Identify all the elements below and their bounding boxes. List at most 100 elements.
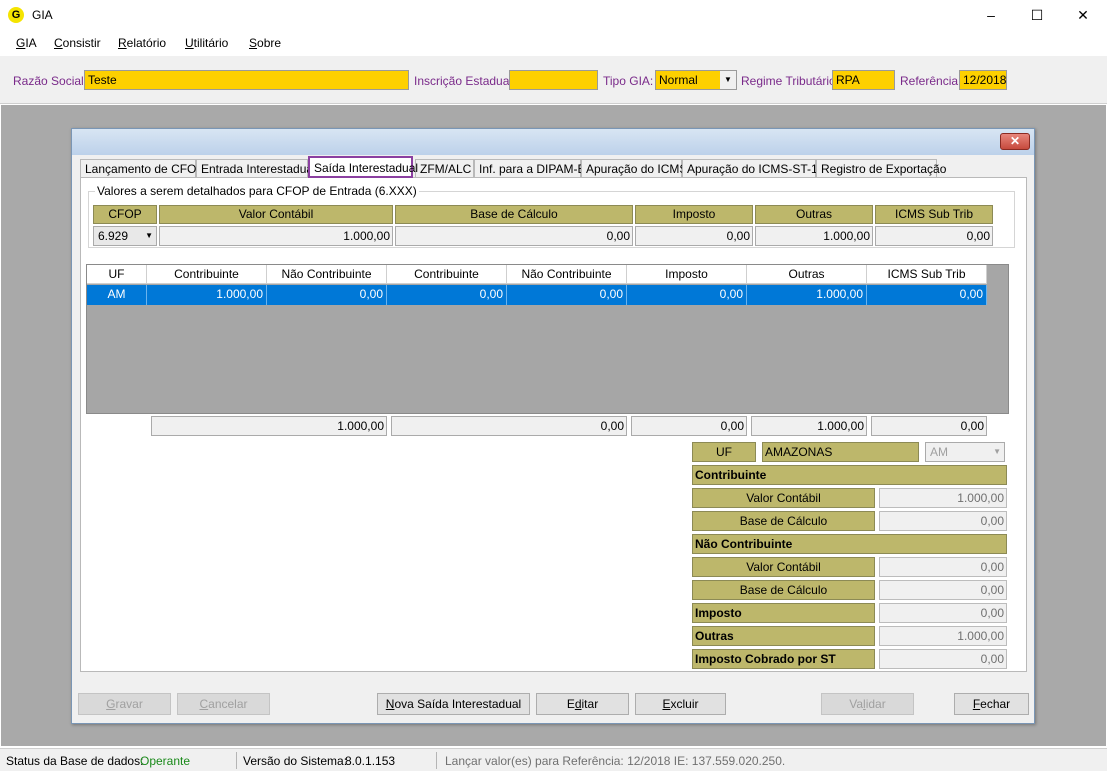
table-row-cell[interactable]: 0,00 xyxy=(387,285,507,305)
inscricao-estadual-field[interactable] xyxy=(509,70,598,90)
imposto-label: Imposto xyxy=(692,603,875,623)
razao-social-label: Razão Social: xyxy=(13,74,88,88)
grid-header-outras[interactable]: Outras xyxy=(747,265,867,284)
tab-apuracao-icms[interactable]: Apuração do ICMS xyxy=(581,159,687,179)
version-value: 8.0.1.153 xyxy=(345,754,396,768)
grid-header-imposto[interactable]: Imposto xyxy=(627,265,747,284)
detail-uf-label: UF xyxy=(692,442,756,462)
detail-uf-name: AMAZONAS xyxy=(762,442,919,462)
table-row-cell[interactable]: 1.000,00 xyxy=(147,285,267,305)
chevron-down-icon: ▼ xyxy=(145,231,153,240)
outras-field[interactable]: 1.000,00 xyxy=(879,626,1007,646)
grid-header-contribuinte[interactable]: Contribuinte xyxy=(147,265,267,284)
tab-panel: Valores a serem detalhados para CFOP de … xyxy=(80,177,1027,672)
dialog-title-bar: ✕ xyxy=(72,129,1034,155)
nao-contrib-base-calculo-label: Base de Cálculo xyxy=(692,580,875,600)
nova-saida-button[interactable]: Nova Saída Interestadual xyxy=(377,693,530,715)
title-bar: G GIA – ☐ ✕ xyxy=(0,0,1107,31)
maximize-button[interactable]: ☐ xyxy=(1014,0,1060,31)
nao-contribuinte-section-label: Não Contribuinte xyxy=(692,534,1007,554)
editar-button[interactable]: Editar xyxy=(536,693,629,715)
cfop-icms-sub-trib[interactable]: 0,00 xyxy=(875,226,993,246)
company-header: Razão Social: Teste Inscrição Estadual: … xyxy=(0,56,1107,104)
menu-gia[interactable]: GIA xyxy=(16,36,37,50)
detail-uf-select[interactable]: AM ▼ xyxy=(925,442,1005,462)
table-row-cell[interactable]: 1.000,00 xyxy=(747,285,867,305)
contrib-base-calculo-label: Base de Cálculo xyxy=(692,511,875,531)
contrib-valor-contabil-field[interactable]: 1.000,00 xyxy=(879,488,1007,508)
valor-contabil-header: Valor Contábil xyxy=(159,205,393,224)
contrib-base-calculo-field[interactable]: 0,00 xyxy=(879,511,1007,531)
grid-header-contribuinte-2[interactable]: Contribuinte xyxy=(387,265,507,284)
total-outras: 1.000,00 xyxy=(751,416,867,436)
razao-social-field[interactable]: Teste xyxy=(84,70,409,90)
close-button[interactable]: ✕ xyxy=(1060,0,1106,31)
cfop-select[interactable]: 6.929 ▼ xyxy=(93,226,157,246)
table-row-cell[interactable]: 0,00 xyxy=(267,285,387,305)
contrib-valor-contabil-label: Valor Contábil xyxy=(692,488,875,508)
table-row-uf[interactable]: AM xyxy=(87,285,147,305)
total-icms-sub-trib: 0,00 xyxy=(871,416,987,436)
inscricao-estadual-label: Inscrição Estadual: xyxy=(414,74,516,88)
cfop-base-calculo[interactable]: 0,00 xyxy=(395,226,633,246)
tab-registro-exportacao[interactable]: Registro de Exportação xyxy=(816,159,946,179)
referencia-label: Referência: xyxy=(900,74,962,88)
grid-header-nao-contribuinte[interactable]: Não Contribuinte xyxy=(267,265,387,284)
referencia-field[interactable]: 12/2018 xyxy=(959,70,1007,90)
validar-button[interactable]: Validar xyxy=(821,693,914,715)
menu-relatorio[interactable]: Relatório xyxy=(118,36,166,50)
app-logo-icon: G xyxy=(8,7,24,23)
menu-bar: GIA Consistir Relatório Utilitário Sobre xyxy=(0,31,1107,55)
table-row-cell[interactable]: 0,00 xyxy=(867,285,987,305)
group-title: Valores a serem detalhados para CFOP de … xyxy=(95,184,419,198)
tipo-gia-label: Tipo GIA: xyxy=(603,74,654,88)
cfop-header: CFOP xyxy=(93,205,157,224)
icms-sub-trib-header: ICMS Sub Trib xyxy=(875,205,993,224)
status-divider xyxy=(436,752,437,769)
status-divider xyxy=(236,752,237,769)
menu-utilitario[interactable]: Utilitário xyxy=(185,36,228,50)
menu-consistir[interactable]: Consistir xyxy=(54,36,101,50)
nao-contrib-valor-contabil-field[interactable]: 0,00 xyxy=(879,557,1007,577)
tab-zfm-alc[interactable]: ZFM/ALC xyxy=(415,159,474,179)
regime-tributario-field[interactable]: RPA xyxy=(832,70,895,90)
grid-header-uf[interactable]: UF xyxy=(87,265,147,284)
imposto-st-field[interactable]: 0,00 xyxy=(879,649,1007,669)
total-nao-contribuinte: 0,00 xyxy=(391,416,627,436)
tab-apuracao-icms-st[interactable]: Apuração do ICMS-ST-11 xyxy=(682,159,824,179)
uf-data-grid[interactable]: UF Contribuinte Não Contribuinte Contrib… xyxy=(86,264,1009,414)
cfop-imposto[interactable]: 0,00 xyxy=(635,226,753,246)
cfop-entrada-group: Valores a serem detalhados para CFOP de … xyxy=(88,184,1015,248)
db-status-label: Status da Base de dados: xyxy=(6,754,144,768)
nao-contrib-base-calculo-field[interactable]: 0,00 xyxy=(879,580,1007,600)
cfop-outras[interactable]: 1.000,00 xyxy=(755,226,873,246)
saida-interestadual-dialog: ✕ Lançamento de CFOP Entrada Interestadu… xyxy=(71,128,1035,724)
outras-header: Outras xyxy=(755,205,873,224)
table-row-cell[interactable]: 0,00 xyxy=(627,285,747,305)
excluir-button[interactable]: Excluir xyxy=(635,693,726,715)
dialog-close-icon[interactable]: ✕ xyxy=(1000,133,1030,150)
db-status-value: Operante xyxy=(140,754,191,768)
gravar-button[interactable]: Gravar xyxy=(78,693,171,715)
tab-lancamento-cfop[interactable]: Lançamento de CFOP xyxy=(80,159,204,179)
menu-sobre[interactable]: Sobre xyxy=(249,36,281,50)
tipo-gia-select[interactable]: Normal ▼ xyxy=(655,70,737,90)
grid-header-icms-sub-trib[interactable]: ICMS Sub Trib xyxy=(867,265,987,284)
contribuinte-section-label: Contribuinte xyxy=(692,465,1007,485)
total-contribuinte: 1.000,00 xyxy=(151,416,387,436)
outras-label: Outras xyxy=(692,626,875,646)
cancelar-button[interactable]: Cancelar xyxy=(177,693,270,715)
base-calculo-header: Base de Cálculo xyxy=(395,205,633,224)
total-imposto: 0,00 xyxy=(631,416,747,436)
imposto-header: Imposto xyxy=(635,205,753,224)
grid-header-nao-contribuinte-2[interactable]: Não Contribuinte xyxy=(507,265,627,284)
tab-entrada-interestadual[interactable]: Entrada Interestadual xyxy=(196,159,316,179)
minimize-button[interactable]: – xyxy=(968,0,1014,31)
tab-dipam-b[interactable]: Inf. para a DIPAM-B xyxy=(474,159,585,179)
tab-saida-interestadual[interactable]: Saída Interestadual xyxy=(308,156,418,178)
status-bar: Status da Base de dados: Operante Versão… xyxy=(0,748,1107,771)
imposto-field[interactable]: 0,00 xyxy=(879,603,1007,623)
fechar-button[interactable]: Fechar xyxy=(954,693,1029,715)
table-row-cell[interactable]: 0,00 xyxy=(507,285,627,305)
cfop-valor-contabil[interactable]: 1.000,00 xyxy=(159,226,393,246)
